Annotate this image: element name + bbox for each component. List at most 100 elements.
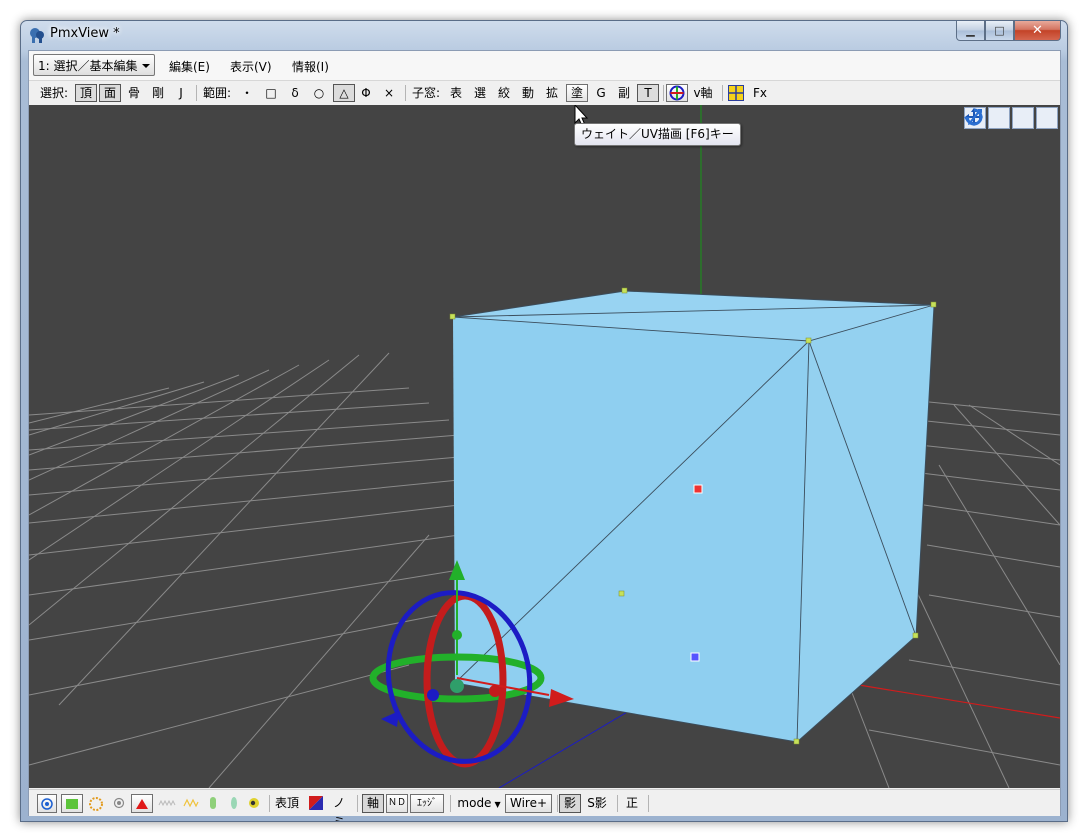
- view-target-button[interactable]: [37, 794, 57, 813]
- child-paint-button[interactable]: 塗: [566, 84, 588, 102]
- edge-toggle[interactable]: ｴｯｼﾞ: [410, 794, 444, 813]
- tooltip: ウェイト／UV描画 [F6]キー: [574, 123, 741, 146]
- show-morph-button[interactable]: [181, 794, 201, 813]
- status-separator: [557, 795, 558, 812]
- select-face-toggle[interactable]: 面: [99, 84, 121, 102]
- select-vertex-toggle[interactable]: 頂: [75, 84, 97, 102]
- range-delta-button[interactable]: δ: [287, 84, 303, 102]
- status-separator: [648, 795, 649, 812]
- scene-canvas[interactable]: [29, 105, 1060, 788]
- cube-mesh[interactable]: [449, 287, 937, 745]
- gizmo-x-handle[interactable]: [489, 685, 501, 697]
- child-move-button[interactable]: 動: [519, 84, 537, 102]
- show-soft-button[interactable]: [226, 794, 242, 813]
- range-point-button[interactable]: ・: [239, 84, 255, 102]
- close-icon: ✕: [1032, 23, 1043, 38]
- range-clear-button[interactable]: ×: [381, 84, 397, 102]
- show-material-button[interactable]: [245, 794, 263, 813]
- minimize-button[interactable]: ▁: [956, 21, 985, 41]
- leaf-icon: [231, 797, 237, 809]
- red-triangle-icon: [136, 799, 148, 809]
- z-axis-line: [498, 704, 640, 788]
- vaxis-button[interactable]: [666, 84, 688, 102]
- gizmo-y-handle[interactable]: [452, 630, 462, 640]
- axis-globe-icon: [669, 85, 685, 101]
- zigzag-icon: [183, 798, 199, 808]
- vaxis-label[interactable]: v軸: [691, 84, 715, 102]
- child-window-label: 子窓:: [411, 86, 441, 100]
- child-t-button[interactable]: T: [637, 84, 659, 102]
- client-area: 1: 選択／基本編集 編集(E) 表示(V) 情報(I) 選択: 頂 面 骨 剛…: [28, 50, 1061, 821]
- child-select-button[interactable]: 選: [471, 84, 489, 102]
- show-rigid-button[interactable]: [110, 794, 128, 813]
- toolbar-separator: [405, 85, 406, 101]
- show-face-button[interactable]: [131, 794, 153, 813]
- status-separator: [357, 795, 358, 812]
- child-group-button[interactable]: G: [592, 84, 610, 102]
- select-rigid-toggle[interactable]: 剛: [149, 84, 167, 102]
- child-filter-button[interactable]: 絞: [495, 84, 513, 102]
- menu-info[interactable]: 情報(I): [292, 58, 329, 75]
- select-joint-toggle[interactable]: J: [173, 84, 189, 102]
- gizmo-z-handle[interactable]: [427, 689, 439, 701]
- no-label-toggle[interactable]: ノミ: [329, 794, 349, 821]
- title-bar[interactable]: PmxView * ▁ □ ✕: [21, 21, 1067, 49]
- menu-view[interactable]: 表示(V): [230, 58, 272, 75]
- zoom-view-button[interactable]: [968, 107, 1034, 129]
- self-shadow-toggle[interactable]: S影: [584, 794, 610, 813]
- surface-vertex-toggle[interactable]: 表頂: [273, 794, 301, 813]
- show-wave-button[interactable]: [156, 794, 178, 813]
- correct-toggle[interactable]: 正: [622, 794, 642, 813]
- range-rect-button[interactable]: □: [262, 84, 280, 102]
- layout-grid-button[interactable]: [727, 84, 745, 102]
- range-circle-button[interactable]: ○: [310, 84, 328, 102]
- range-triangle-button[interactable]: △: [333, 84, 355, 102]
- child-table-button[interactable]: 表: [447, 84, 465, 102]
- close-button[interactable]: ✕: [1014, 21, 1061, 41]
- maximize-icon: □: [994, 24, 1005, 37]
- range-phi-button[interactable]: Φ: [358, 84, 374, 102]
- wire-toggle[interactable]: Wire+: [505, 794, 552, 813]
- app-icon: [30, 28, 44, 43]
- move-view-button[interactable]: [965, 107, 1010, 129]
- vertex-green-icon: [66, 799, 78, 809]
- bottom-toolbar: 表頂 ノミ 軸 ＮＤ ｴｯｼﾞ mode ▼ Wire+ 影 S影 正: [29, 789, 1060, 821]
- status-separator: [450, 795, 451, 812]
- rotate-view-button[interactable]: [964, 107, 1058, 129]
- select-label: 選択:: [39, 86, 69, 100]
- axis-toggle[interactable]: 軸: [362, 794, 384, 813]
- toolbar-separator: [196, 85, 197, 101]
- window-title: PmxView *: [50, 26, 120, 41]
- mode-dropdown[interactable]: 1: 選択／基本編集: [33, 54, 155, 76]
- main-toolbar: 選択: 頂 面 骨 剛 J 範囲: ・ □ δ ○ △ Φ × 子窓: 表 選 …: [29, 81, 1060, 104]
- dot-circle-icon: [113, 797, 125, 809]
- show-bone-button[interactable]: [86, 794, 106, 813]
- fx-button[interactable]: Fx: [751, 84, 769, 102]
- nd-toggle[interactable]: ＮＤ: [386, 794, 408, 813]
- select-bone-toggle[interactable]: 骨: [125, 84, 143, 102]
- minimize-icon: ▁: [966, 24, 975, 37]
- view-nav-controls: [964, 107, 1058, 129]
- mode-dropdown-bottom[interactable]: mode ▼: [455, 794, 503, 813]
- x-axis-line: [858, 684, 1060, 719]
- maximize-button[interactable]: □: [985, 21, 1014, 41]
- menu-bar: 1: 選択／基本編集 編集(E) 表示(V) 情報(I): [29, 51, 1060, 81]
- toolbar-separator: [663, 85, 664, 101]
- child-expand-button[interactable]: 拡: [543, 84, 561, 102]
- 3d-viewport[interactable]: ウェイト／UV描画 [F6]キー: [29, 105, 1060, 788]
- material-icon: [249, 798, 259, 808]
- gizmo-center-handle[interactable]: [450, 679, 464, 693]
- mode-dropdown-bottom-label: mode: [457, 796, 492, 810]
- range-label: 範囲:: [202, 86, 232, 100]
- move-z-arrow-icon[interactable]: [381, 711, 399, 727]
- capsule-icon: [210, 797, 216, 809]
- color-swatch-button[interactable]: [307, 794, 325, 813]
- child-sub-button[interactable]: 副: [615, 84, 633, 102]
- color-swatch-icon: [309, 796, 323, 810]
- show-vertex-button[interactable]: [61, 794, 83, 813]
- wave-icon: [158, 799, 176, 807]
- shadow-toggle[interactable]: 影: [559, 794, 581, 813]
- mode-dropdown-value: 1: 選択／基本編集: [38, 59, 138, 73]
- show-joint-button[interactable]: [204, 794, 222, 813]
- menu-edit[interactable]: 編集(E): [169, 58, 210, 75]
